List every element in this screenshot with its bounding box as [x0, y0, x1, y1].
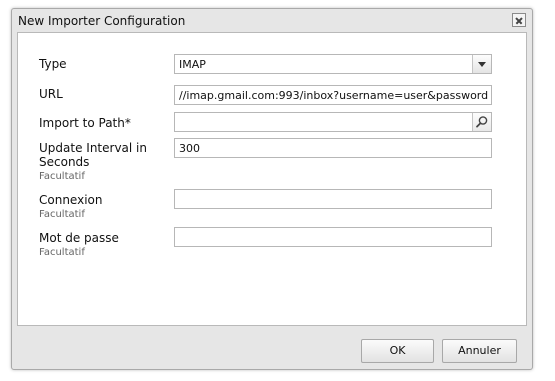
search-icon-glyph	[476, 116, 488, 128]
interval-input-value: 300	[179, 142, 200, 155]
url-label: URL	[39, 87, 63, 101]
url-input-value: //imap.gmail.com:993/inbox?username=user…	[179, 89, 489, 102]
password-hint: Facultatif	[39, 247, 85, 258]
url-input[interactable]: //imap.gmail.com:993/inbox?username=user…	[174, 85, 492, 105]
password-input[interactable]	[174, 227, 492, 247]
cancel-button[interactable]: Annuler	[442, 339, 517, 363]
dialog-title: New Importer Configuration	[18, 14, 186, 28]
password-label: Mot de passe	[39, 231, 119, 245]
ok-button[interactable]: OK	[361, 339, 434, 363]
chevron-down-icon[interactable]	[472, 55, 491, 73]
connexion-input[interactable]	[174, 189, 492, 209]
interval-label-line2: Seconds	[39, 155, 90, 169]
dialog-titlebar[interactable]: New Importer Configuration	[12, 9, 532, 33]
connexion-label: Connexion	[39, 193, 103, 207]
interval-input[interactable]: 300	[174, 138, 492, 158]
connexion-hint: Facultatif	[39, 209, 85, 220]
close-icon[interactable]	[512, 13, 526, 27]
importer-config-dialog: New Importer Configuration Type IMAP URL…	[11, 8, 533, 370]
type-select[interactable]: IMAP	[174, 54, 492, 74]
type-select-value: IMAP	[179, 58, 206, 71]
interval-hint: Facultatif	[39, 171, 85, 182]
import-path-input[interactable]	[174, 112, 492, 132]
import-path-label: Import to Path*	[39, 116, 131, 130]
form-panel: Type IMAP URL //imap.gmail.com:993/inbox…	[17, 32, 527, 326]
search-icon[interactable]	[472, 113, 491, 131]
interval-label-line1: Update Interval in	[39, 141, 147, 155]
type-label: Type	[39, 57, 67, 71]
